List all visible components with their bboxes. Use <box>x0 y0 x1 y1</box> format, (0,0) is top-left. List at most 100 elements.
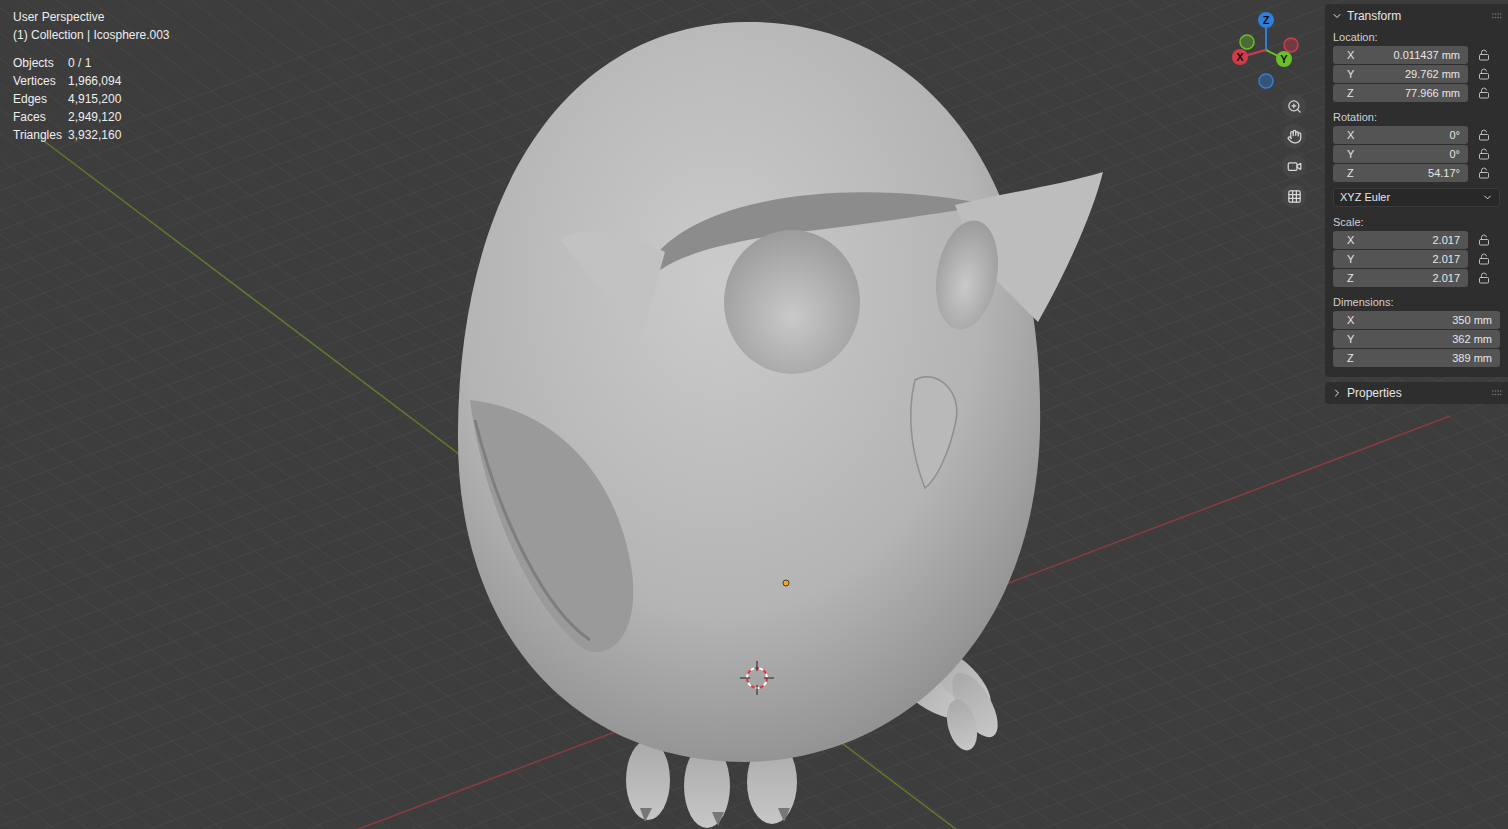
lock-icon[interactable] <box>1468 129 1500 141</box>
field-row: Y0° <box>1333 145 1508 163</box>
field-value: 0° <box>1449 149 1460 160</box>
rotation-mode-dropdown[interactable]: XYZ Euler <box>1333 188 1500 207</box>
number-field[interactable]: Z2.017 <box>1333 269 1468 287</box>
field-axis: X <box>1347 235 1354 246</box>
field-row: Z 77.966 mm <box>1333 84 1508 102</box>
lock-icon[interactable] <box>1468 272 1500 284</box>
camera-icon[interactable] <box>1282 154 1306 178</box>
field-value: 29.762 mm <box>1405 69 1460 80</box>
stat-value: 2,949,120 <box>68 108 170 126</box>
axis-bubble[interactable]: Y <box>1276 51 1292 67</box>
stat-label: Edges <box>13 90 68 108</box>
number-field[interactable]: X 0° <box>1333 126 1468 144</box>
stat-value: 0 / 1 <box>68 54 170 72</box>
svg-text:Z: Z <box>1263 14 1270 26</box>
navigation-gizmo[interactable]: ZYX <box>0 0 1508 100</box>
pan-hand-icon[interactable] <box>1282 124 1306 148</box>
right-eye <box>928 216 1006 335</box>
viewport-info: User Perspective(1) Collection | Icosphe… <box>13 8 170 144</box>
left-eye <box>724 230 860 374</box>
field-axis: Y <box>1347 334 1354 345</box>
number-field[interactable]: X 350 mm <box>1333 311 1500 329</box>
drag-handle-icon[interactable] <box>1492 13 1502 19</box>
chevron-down-icon <box>1482 192 1493 203</box>
properties-panel[interactable]: Properties <box>1325 382 1508 404</box>
field-row: X 350 mm <box>1333 311 1508 329</box>
chevron-right-icon <box>1331 387 1343 399</box>
stat-label: Faces <box>13 108 68 126</box>
scene-stats: Objects0 / 1Vertices1,966,094Edges4,915,… <box>13 54 170 144</box>
field-axis: X <box>1347 315 1354 326</box>
lock-icon[interactable] <box>1468 167 1500 179</box>
blender-viewport[interactable]: User Perspective(1) Collection | Icosphe… <box>0 0 1508 829</box>
field-value: 77.966 mm <box>1405 88 1460 99</box>
stat-value: 4,915,200 <box>68 90 170 108</box>
number-field[interactable]: Z 54.17° <box>1333 164 1468 182</box>
number-field[interactable]: X0.011437 mm <box>1333 46 1468 64</box>
field-row: Z2.017 <box>1333 269 1508 287</box>
field-value: 2.017 <box>1432 254 1460 265</box>
lock-icon[interactable] <box>1468 68 1500 80</box>
number-field[interactable]: Y 362 mm <box>1333 330 1500 348</box>
transform-panel: Transform Location:X0.011437 mm Y 29.762 mm… <box>1325 4 1508 377</box>
field-row: X0.011437 mm <box>1333 46 1508 64</box>
drag-handle-icon[interactable] <box>1492 390 1502 396</box>
field-axis: Y <box>1347 69 1354 80</box>
transform-section: Rotation:X0°Y0°Z54.17°XYZ Euler <box>1333 108 1508 207</box>
lock-icon[interactable] <box>1468 253 1500 265</box>
number-field[interactable]: Y0° <box>1333 145 1468 163</box>
zoom-icon[interactable] <box>1282 94 1306 118</box>
panel-title: Properties <box>1347 384 1402 402</box>
lock-icon[interactable] <box>1468 87 1500 99</box>
number-field[interactable]: Y 2.017 <box>1333 250 1468 268</box>
viewport-tools <box>1282 94 1306 208</box>
section-label: Scale: <box>1333 213 1508 231</box>
field-row: Z389 mm <box>1333 349 1508 367</box>
owl-model[interactable] <box>0 0 1508 829</box>
lock-icon[interactable] <box>1468 234 1500 246</box>
field-row: X 0° <box>1333 126 1508 144</box>
panel-title: Transform <box>1347 7 1401 25</box>
field-value: 54.17° <box>1428 168 1460 179</box>
field-value: 350 mm <box>1452 315 1492 326</box>
lock-icon[interactable] <box>1468 49 1500 61</box>
field-axis: Z <box>1347 168 1354 179</box>
field-value: 2.017 <box>1432 235 1460 246</box>
section-label: Location: <box>1333 28 1508 46</box>
number-field[interactable]: Z 77.966 mm <box>1333 84 1468 102</box>
transform-section: Dimensions: X 350 mm Y 362 mm Z389 mm <box>1333 293 1508 367</box>
field-row: Y 2.017 <box>1333 250 1508 268</box>
field-value: 0° <box>1449 130 1460 141</box>
field-axis: Y <box>1347 254 1354 265</box>
field-axis: Z <box>1347 353 1354 364</box>
field-value: 362 mm <box>1452 334 1492 345</box>
stat-label: Triangles <box>13 126 68 144</box>
field-row: Y 362 mm <box>1333 330 1508 348</box>
section-label: Dimensions: <box>1333 293 1508 311</box>
transform-section: Location:X0.011437 mm Y 29.762 mm Z 77.966 m… <box>1333 28 1508 102</box>
stat-label: Vertices <box>13 72 68 90</box>
section-label: Rotation: <box>1333 108 1508 126</box>
panel-header[interactable]: Transform <box>1325 4 1508 28</box>
field-axis: X <box>1347 50 1354 61</box>
3d-cursor-icon[interactable] <box>740 661 774 695</box>
collection-name: (1) Collection | Icosphere.003 <box>13 26 170 44</box>
number-field[interactable]: X 2.017 <box>1333 231 1468 249</box>
number-field[interactable]: Z389 mm <box>1333 349 1500 367</box>
stat-value: 3,932,160 <box>68 126 170 144</box>
field-row: Y 29.762 mm <box>1333 65 1508 83</box>
field-row: X 2.017 <box>1333 231 1508 249</box>
field-axis: Z <box>1347 88 1354 99</box>
axis-bubble[interactable]: Z <box>1258 12 1274 28</box>
field-value: 2.017 <box>1432 273 1460 284</box>
ortho-grid-icon[interactable] <box>1282 184 1306 208</box>
number-field[interactable]: Y 29.762 mm <box>1333 65 1468 83</box>
svg-text:X: X <box>1236 51 1244 63</box>
object-origin <box>783 580 789 586</box>
field-row: Z 54.17° <box>1333 164 1508 182</box>
lock-icon[interactable] <box>1468 148 1500 160</box>
field-axis: X <box>1347 130 1354 141</box>
stat-value: 1,966,094 <box>68 72 170 90</box>
chevron-down-icon <box>1331 10 1343 22</box>
axis-bubble[interactable]: X <box>1232 49 1248 65</box>
